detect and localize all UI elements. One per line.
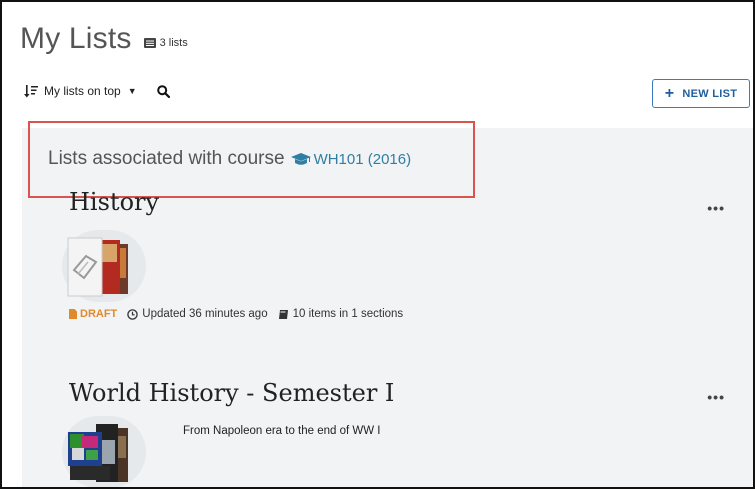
sort-dropdown[interactable]: My lists on top ▼ [24, 84, 137, 98]
more-options-icon[interactable]: ••• [707, 389, 725, 405]
clock-icon [127, 308, 139, 320]
list-meta-history: DRAFT Updated 36 minutes ago 10 items in… [69, 308, 413, 320]
items-info: 10 items in 1 sections [278, 308, 404, 320]
course-group-label: Lists associated with course [48, 148, 285, 169]
list-title-history[interactable]: History [69, 188, 159, 216]
sort-icon [24, 84, 38, 97]
list-description: From Napoleon era to the end of WW I [183, 425, 381, 437]
search-icon[interactable] [156, 84, 170, 98]
course-group-header: Lists associated with course WH101 (2016… [48, 148, 411, 170]
course-code: WH101 (2016) [313, 150, 412, 168]
page-header: My Lists 3 lists [20, 22, 188, 56]
graduation-cap-icon [290, 152, 311, 165]
caret-down-icon: ▼ [127, 86, 137, 96]
list-icon [143, 38, 156, 48]
toolbar: My lists on top ▼ [24, 84, 170, 98]
more-options-icon[interactable]: ••• [707, 200, 725, 216]
updated-text: Updated 36 minutes ago [142, 308, 268, 320]
app-frame: My Lists 3 lists My lists on top ▼ + NEW… [0, 0, 755, 489]
draft-badge: DRAFT [69, 308, 117, 320]
list-title-world-history[interactable]: World History - Semester I [69, 379, 394, 407]
items-text: 10 items in 1 sections [292, 308, 404, 320]
list-thumbnail-history[interactable] [66, 234, 136, 300]
list-count-text: 3 lists [159, 37, 188, 49]
course-link[interactable]: WH101 (2016) [290, 150, 412, 168]
list-thumbnail-world-history[interactable] [66, 422, 136, 482]
plus-icon: + [664, 84, 675, 102]
updated-info: Updated 36 minutes ago [127, 308, 268, 320]
book-icon [278, 309, 288, 319]
new-list-button[interactable]: + NEW LIST [652, 79, 750, 108]
draft-label: DRAFT [80, 308, 118, 320]
new-list-label: NEW LIST [682, 87, 738, 100]
list-count: 3 lists [143, 37, 188, 49]
sort-label: My lists on top [44, 84, 121, 98]
page-title: My Lists [20, 22, 132, 55]
file-icon [69, 309, 77, 319]
